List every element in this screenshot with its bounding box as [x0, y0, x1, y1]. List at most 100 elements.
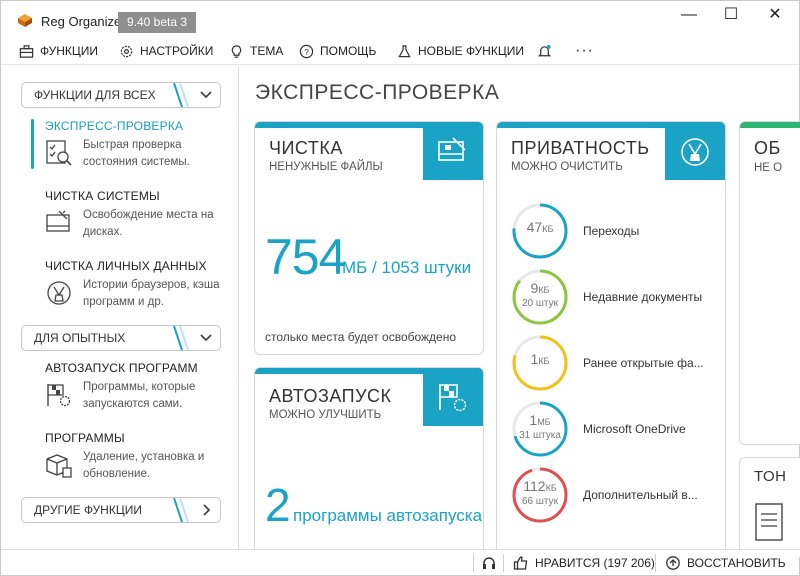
- privacy-row-label: Microsoft OneDrive: [583, 422, 686, 436]
- menu-new-features-label: НОВЫЕ ФУНКЦИИ: [418, 44, 524, 58]
- sidebar-item-private-data[interactable]: ЧИСТКА ЛИЧНЫХ ДАННЫХ Истории браузеров, …: [31, 259, 231, 311]
- section-all-button[interactable]: ФУНКЦИИ ДЛЯ ВСЕХ: [21, 82, 221, 108]
- document-icon: [755, 503, 783, 541]
- sidebar-item-title: ЭКСПРЕСС-ПРОВЕРКА: [45, 119, 184, 133]
- notifications-button[interactable]: [537, 42, 552, 60]
- cleanup-subtitle: НЕНУЖНЫЕ ФАЙЛЫ: [269, 161, 383, 173]
- privacy-row-additional[interactable]: 112КБ 66 штук Дополнительный в...: [509, 464, 709, 526]
- sidebar-item-title: ПРОГРАММЫ: [45, 431, 125, 445]
- app-title: Reg Organizer: [41, 14, 126, 29]
- sidebar-item-express-check[interactable]: ЭКСПРЕСС-ПРОВЕРКА Быстрая проверка состо…: [31, 119, 231, 171]
- partial-card-tone[interactable]: ТОН: [739, 457, 800, 557]
- autorun-card[interactable]: АВТОЗАПУСК МОЖНО УЛУЧШИТЬ 2 программы ав…: [254, 367, 484, 551]
- privacy-broom-icon: [47, 281, 71, 305]
- lightbulb-icon: [231, 44, 242, 58]
- autorun-value: 2: [265, 479, 291, 531]
- ring-value: 1МБ: [529, 412, 551, 428]
- cleanup-unit: МБ / 1053 штуки: [342, 258, 472, 277]
- privacy-row-transitions[interactable]: 47КБ Переходы: [509, 200, 709, 262]
- close-button[interactable]: ✕: [761, 5, 789, 25]
- privacy-row-recent-docs[interactable]: 9КБ 20 штук Недавние документы: [509, 266, 709, 328]
- thumbs-up-icon: [513, 556, 528, 570]
- menu-settings[interactable]: НАСТРОЙКИ: [119, 42, 213, 60]
- privacy-row-label: Ранее открытые фа...: [583, 356, 704, 370]
- menu-bar: ФУНКЦИИ НАСТРОЙКИ ТЕМА ? ПОМОЩЬ НОВЫЕ ФУ…: [1, 37, 799, 65]
- stripes-decoration: [173, 83, 189, 107]
- progress-ring: [512, 467, 568, 523]
- section-advanced-label: ДЛЯ ОПЫТНЫХ: [34, 331, 126, 345]
- privacy-subtitle: МОЖНО ОЧИСТИТЬ: [511, 161, 623, 173]
- maximize-button[interactable]: ☐: [717, 5, 745, 25]
- menu-theme-label: ТЕМА: [250, 44, 284, 58]
- menu-settings-label: НАСТРОЙКИ: [140, 44, 214, 58]
- more-menu-button[interactable]: ···: [575, 42, 594, 60]
- app-logo-icon: [18, 14, 32, 27]
- section-all-label: ФУНКЦИИ ДЛЯ ВСЕХ: [34, 88, 156, 102]
- privacy-title: ПРИВАТНОСТЬ: [511, 138, 650, 158]
- likes-button[interactable]: НРАВИТСЯ (197 206): [513, 555, 655, 571]
- autorun-title: АВТОЗАПУСК: [269, 386, 392, 406]
- partial-card-general[interactable]: ОБ НЕ О: [739, 121, 800, 445]
- ring-value: 47КБ: [526, 219, 554, 235]
- sidebar-item-desc: Быстрая проверка состояния системы.: [83, 139, 190, 168]
- menu-help[interactable]: ? ПОМОЩЬ: [299, 42, 376, 60]
- restore-icon: [666, 556, 680, 570]
- autorun-unit: программы автозапуска: [293, 506, 483, 525]
- section-other-label: ДРУГИЕ ФУНКЦИИ: [34, 503, 142, 517]
- privacy-broom-icon: [681, 138, 709, 166]
- privacy-card[interactable]: ПРИВАТНОСТЬ МОЖНО ОЧИСТИТЬ 47КБ Переходы…: [496, 121, 726, 551]
- progress-ring: [512, 269, 568, 325]
- svg-text:?: ?: [304, 46, 309, 56]
- cleanup-badge: [423, 122, 483, 180]
- progress-ring: [512, 401, 568, 457]
- cleanup-value: 754: [265, 229, 346, 285]
- privacy-row-onedrive[interactable]: 1МБ 31 штука Microsoft OneDrive: [509, 398, 709, 460]
- partial-card-subtitle: НЕ О: [754, 162, 783, 174]
- ring-value: 112КБ: [523, 478, 557, 494]
- stripes-decoration: [173, 498, 189, 522]
- app-window: Reg Organizer 9.40 beta 3 — ☐ ✕ ФУНКЦИИ …: [0, 0, 800, 576]
- section-advanced-button[interactable]: ДЛЯ ОПЫТНЫХ: [21, 325, 221, 351]
- status-bar: НРАВИТСЯ (197 206) ВОССТАНОВИТЬ: [1, 549, 799, 575]
- section-other-button[interactable]: ДРУГИЕ ФУНКЦИИ: [21, 497, 221, 523]
- partial-card-title: ОБ: [754, 138, 781, 158]
- ring-count: 20 штук: [522, 298, 558, 309]
- privacy-row-recent-files[interactable]: 1КБ Ранее открытые фа...: [509, 332, 709, 394]
- chevron-down-icon: [200, 334, 212, 342]
- menu-new-features[interactable]: НОВЫЕ ФУНКЦИИ: [397, 42, 524, 60]
- sidebar-item-programs[interactable]: ПРОГРАММЫ Удаление, установка и обновлен…: [31, 431, 231, 483]
- sidebar-item-desc: Программы, которые запускаются сами.: [83, 381, 196, 410]
- page-title: ЭКСПРЕСС-ПРОВЕРКА: [255, 81, 500, 104]
- sidebar-item-title: ЧИСТКА СИСТЕМЫ: [45, 189, 160, 203]
- disk-cleanup-icon: [438, 137, 466, 161]
- sidebar-item-autorun[interactable]: АВТОЗАПУСК ПРОГРАММ Программы, которые з…: [31, 361, 231, 413]
- checklist-search-icon: [46, 140, 72, 166]
- sidebar-item-desc: Освобождение места на дисках.: [83, 209, 214, 238]
- autorun-badge: [423, 368, 483, 426]
- menu-help-label: ПОМОЩЬ: [320, 44, 377, 58]
- sidebar-item-title: ЧИСТКА ЛИЧНЫХ ДАННЫХ: [45, 259, 207, 273]
- restore-button[interactable]: ВОССТАНОВИТЬ: [665, 555, 786, 571]
- sidebar-item-system-cleanup[interactable]: ЧИСТКА СИСТЕМЫ Освобождение места на дис…: [31, 189, 231, 241]
- cleanup-card[interactable]: ЧИСТКА НЕНУЖНЫЕ ФАЙЛЫ 754 МБ / 1053 штук…: [254, 121, 484, 355]
- menu-functions[interactable]: ФУНКЦИИ: [19, 42, 98, 60]
- gear-icon: [120, 45, 133, 57]
- minimize-button[interactable]: —: [675, 5, 703, 25]
- privacy-row-label: Недавние документы: [583, 290, 703, 304]
- disk-cleanup-icon: [46, 210, 70, 232]
- version-badge: 9.40 beta 3: [118, 12, 196, 33]
- privacy-row-label: Переходы: [583, 224, 640, 238]
- sidebar-item-title: АВТОЗАПУСК ПРОГРАММ: [45, 361, 198, 375]
- cleanup-title: ЧИСТКА: [269, 138, 343, 158]
- partial-card-title: ТОН: [754, 468, 787, 485]
- privacy-badge: [665, 122, 725, 180]
- restore-label: ВОССТАНОВИТЬ: [687, 556, 786, 570]
- toolbox-icon: [19, 44, 34, 58]
- headset-icon[interactable]: [481, 555, 497, 571]
- sidebar-item-desc: Истории браузеров, кэша программ и др.: [83, 279, 220, 308]
- chevron-right-icon: [203, 504, 211, 516]
- ring-count: 31 штука: [519, 430, 561, 441]
- menu-theme[interactable]: ТЕМА: [229, 42, 283, 60]
- stripes-decoration: [173, 326, 189, 350]
- help-icon: ?: [299, 44, 314, 58]
